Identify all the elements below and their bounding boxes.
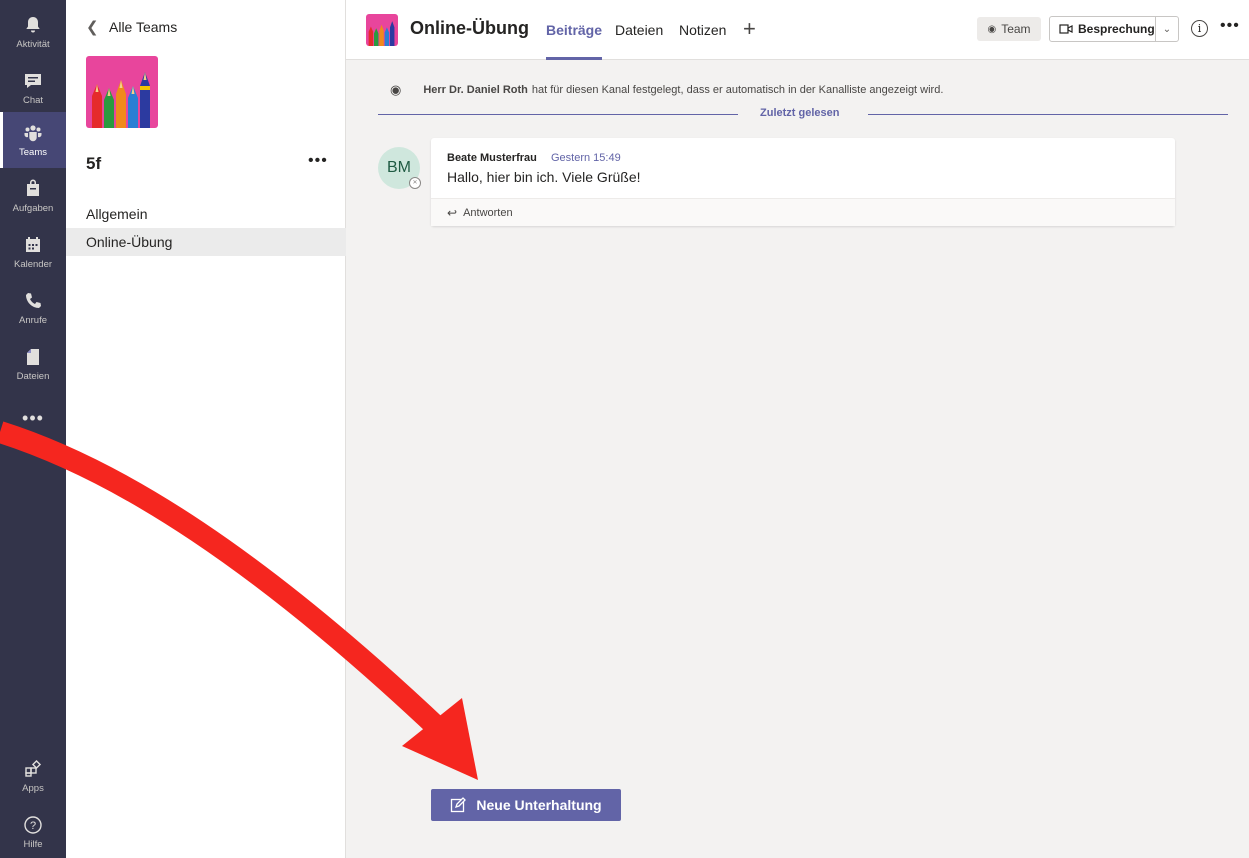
new-conversation-label: Neue Unterhaltung [476, 797, 602, 813]
eye-icon: ◉ [390, 82, 402, 97]
team-more-options-button[interactable]: ••• [308, 152, 328, 170]
team-name: 5f [86, 154, 102, 173]
rail-item-calendar[interactable]: Kalender [0, 224, 66, 280]
system-message: ◉ Herr Dr. Daniel Roth hat für diesen Ka… [390, 82, 943, 98]
svg-text:?: ? [30, 820, 36, 832]
meeting-button-label: Besprechung [1078, 22, 1155, 36]
apps-icon [22, 758, 44, 780]
team-button-label: Team [1001, 22, 1031, 36]
message-author: Beate Musterfrau [447, 152, 537, 164]
rail-label: Apps [22, 783, 44, 794]
rail-item-files[interactable]: Dateien [0, 336, 66, 392]
channel-item-online-uebung[interactable]: Online-Übung [66, 228, 346, 256]
rail-label: Hilfe [23, 839, 43, 850]
rail-label: Kalender [13, 259, 53, 270]
bell-icon [22, 14, 44, 36]
system-message-text: hat für diesen Kanal festgelegt, dass er… [531, 84, 944, 96]
files-icon [22, 346, 44, 368]
rail-item-calls[interactable]: Anrufe [0, 280, 66, 336]
back-label: Alle Teams [109, 19, 178, 35]
rail-item-chat[interactable]: Chat [0, 60, 66, 116]
back-to-teams-link[interactable]: ❮ Alle Teams [86, 18, 177, 36]
header-more-options-button[interactable]: ••• [1220, 17, 1240, 35]
team-panel: ❮ Alle Teams 5f ••• Allgemein Online-Übu… [66, 0, 346, 858]
rail-label: Anrufe [19, 315, 47, 326]
channel-item-allgemein[interactable]: Allgemein [66, 200, 346, 228]
eye-icon: ◉ [987, 23, 997, 35]
message-text: Hallo, hier bin ich. Viele Grüße! [447, 169, 641, 185]
reply-arrow-icon: ↩ [447, 205, 458, 220]
last-read-divider-right [868, 114, 1228, 115]
tab-beitraege[interactable]: Beiträge [546, 22, 603, 60]
meeting-button[interactable]: Besprechung ⌄ [1049, 16, 1179, 42]
rail-label: Aktivität [16, 39, 50, 50]
reply-button[interactable]: ↩ Antworten [431, 198, 1175, 226]
tab-dateien[interactable]: Dateien [615, 22, 663, 38]
rail-item-activity[interactable]: Aktivität [0, 4, 66, 60]
info-icon[interactable]: i [1191, 20, 1208, 37]
help-icon: ? [22, 814, 44, 836]
rail-item-help[interactable]: ? Hilfe [0, 804, 66, 858]
rail-label: Teams [19, 147, 47, 158]
chevron-down-icon[interactable]: ⌄ [1156, 24, 1178, 35]
rail-item-assignments[interactable]: Aufgaben [0, 168, 66, 224]
last-read-divider-left [378, 114, 738, 115]
reply-label: Antworten [463, 206, 513, 219]
message-card[interactable]: Beate Musterfrau Gestern 15:49 Hallo, hi… [431, 138, 1175, 226]
video-camera-icon [1059, 24, 1073, 34]
chat-icon [22, 70, 44, 92]
compose-icon [451, 797, 467, 813]
channel-team-image [366, 14, 398, 46]
phone-icon [22, 290, 44, 312]
last-read-label: Zuletzt gelesen [760, 107, 840, 119]
rail-item-apps[interactable]: Apps [0, 748, 66, 804]
team-button[interactable]: ◉ Team [977, 17, 1041, 41]
rail-label: Chat [22, 95, 44, 106]
app-rail: Aktivität Chat Teams Aufgaben Kalender A… [0, 0, 66, 858]
team-image [86, 56, 158, 128]
presence-icon: ✕ [409, 177, 421, 189]
assignments-icon [22, 178, 44, 200]
teams-icon [22, 122, 44, 144]
system-message-author: Herr Dr. Daniel Roth [423, 84, 528, 96]
calendar-icon [22, 234, 44, 256]
meeting-button-main[interactable]: Besprechung [1050, 17, 1156, 41]
channel-header: Online-Übung Beiträge Dateien Notizen + … [346, 0, 1249, 60]
tab-notizen[interactable]: Notizen [679, 22, 726, 38]
rail-label: Dateien [16, 371, 50, 382]
rail-label: Aufgaben [12, 203, 54, 214]
new-conversation-button[interactable]: Neue Unterhaltung [431, 789, 621, 821]
message-timestamp: Gestern 15:49 [551, 152, 621, 164]
add-tab-button[interactable]: + [743, 16, 756, 42]
channel-title: Online-Übung [410, 18, 529, 38]
rail-item-teams[interactable]: Teams [0, 112, 66, 168]
rail-more-button[interactable]: ••• [0, 408, 66, 429]
chevron-left-icon: ❮ [86, 19, 99, 36]
